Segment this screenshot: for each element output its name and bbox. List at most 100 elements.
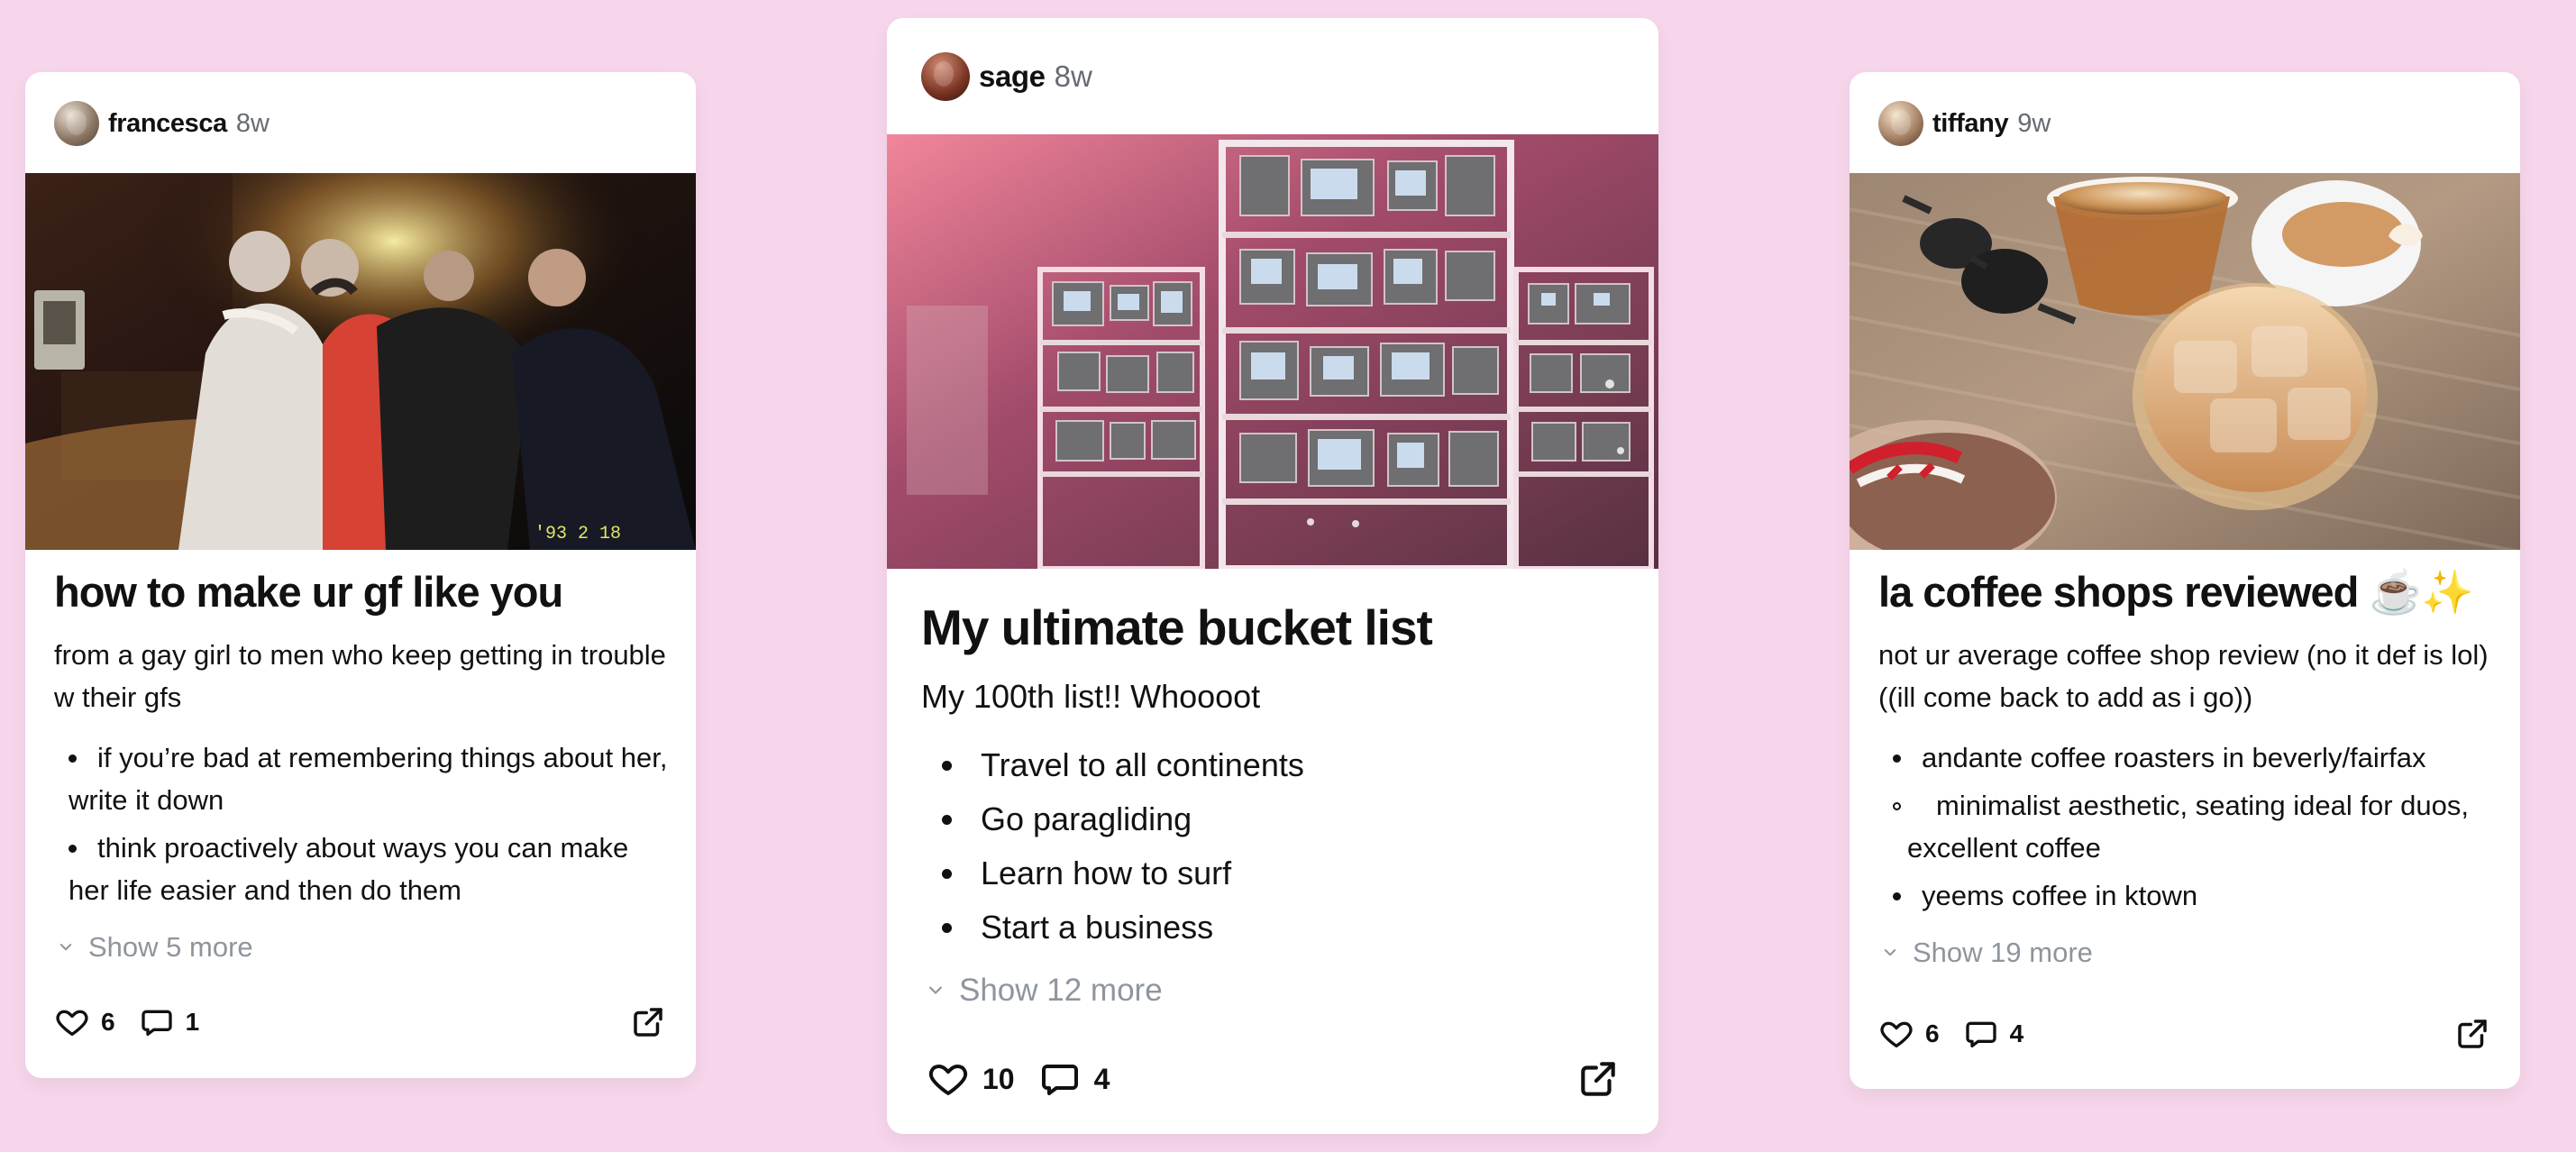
bullet-icon: [932, 846, 964, 901]
list-item: if you’re bad at remembering things abou…: [54, 736, 669, 821]
post-content: la coffee shops reviewed ☕️✨ not ur aver…: [1850, 568, 2520, 969]
post-title[interactable]: My ultimate bucket list: [921, 599, 1624, 657]
post-content: how to make ur gf like you from a gay gi…: [25, 568, 696, 964]
list-item-text: yeems coffee in ktown: [1922, 879, 2198, 911]
comment-button[interactable]: 1: [139, 1004, 200, 1040]
share-button[interactable]: [2453, 1015, 2491, 1053]
like-button[interactable]: 6: [1878, 1016, 1940, 1052]
post-footer: 6 4: [1878, 1012, 2491, 1056]
bullet-icon: [1878, 784, 1907, 827]
avatar[interactable]: [921, 52, 970, 101]
bullet-icon: [54, 736, 83, 779]
party-photo: '93 2 18: [25, 173, 696, 550]
timestamp: 8w: [235, 108, 269, 138]
list-item-text: Learn how to surf: [981, 854, 1232, 891]
post-footer: 6 1: [54, 1001, 667, 1044]
heart-icon: [1878, 1016, 1914, 1052]
bullet-icon: [1878, 874, 1907, 917]
like-count: 6: [1925, 1019, 1940, 1047]
external-link-icon: [2453, 1015, 2491, 1053]
list-item: Start a business: [921, 901, 1624, 955]
list-item-text: if you’re bad at remembering things abou…: [69, 741, 668, 816]
post-title[interactable]: la coffee shops reviewed ☕️✨: [1878, 568, 2491, 617]
like-button[interactable]: 10: [927, 1057, 1015, 1101]
post-list: if you’re bad at remembering things abou…: [54, 736, 669, 911]
share-button[interactable]: [1576, 1056, 1621, 1102]
post-subtitle: not ur average coffee shop review (no it…: [1878, 638, 2489, 713]
comment-count: 4: [2009, 1019, 2024, 1047]
list-item: yeems coffee in ktown: [1878, 874, 2493, 917]
show-more-button[interactable]: Show 19 more: [1882, 937, 2491, 969]
comment-button[interactable]: 4: [1963, 1016, 2024, 1052]
comment-icon: [1963, 1016, 1999, 1052]
avatar[interactable]: [54, 101, 99, 146]
show-more-button[interactable]: Show 12 more: [927, 973, 1624, 1009]
comment-count: 1: [185, 1008, 200, 1036]
post-actions: 6 4: [1878, 1016, 2023, 1052]
external-link-icon: [629, 1003, 667, 1041]
like-count: 6: [101, 1008, 115, 1036]
avatar[interactable]: [1878, 101, 1923, 146]
list-item-text: Travel to all continents: [981, 745, 1304, 783]
post-image[interactable]: [1850, 173, 2520, 550]
bullet-icon: [932, 738, 964, 792]
username[interactable]: sage: [979, 59, 1046, 94]
list-item: andante coffee roasters in beverly/fairf…: [1878, 736, 2493, 779]
share-button[interactable]: [629, 1003, 667, 1041]
post-subtitle: from a gay girl to men who keep getting …: [54, 638, 666, 713]
list-item-text: minimalist aesthetic, seating ideal for …: [1907, 789, 2470, 864]
comment-button[interactable]: 4: [1038, 1057, 1110, 1101]
timestamp: 9w: [2017, 108, 2051, 138]
username[interactable]: francesca: [108, 109, 227, 139]
post-list: Travel to all continents Go paragliding …: [921, 738, 1624, 955]
post-footer: 10 4: [927, 1056, 1621, 1102]
post-header: francesca 8w: [54, 101, 269, 146]
post-card-francesca[interactable]: francesca 8w '93 2 18 how to make ur gf …: [25, 72, 696, 1078]
list-item-text: think proactively about ways you can mak…: [69, 831, 629, 906]
post-subtitle: My 100th list!! Whoooot: [921, 677, 1261, 715]
list-item: think proactively about ways you can mak…: [54, 827, 669, 911]
show-more-button[interactable]: Show 5 more: [58, 931, 667, 964]
post-image[interactable]: [887, 134, 1658, 569]
list-item-text: Start a business: [981, 908, 1214, 946]
show-more-label: Show 19 more: [1913, 936, 2093, 968]
list-item: Travel to all continents: [921, 738, 1624, 792]
heart-icon: [54, 1004, 90, 1040]
post-list: andante coffee roasters in beverly/fairf…: [1878, 736, 2493, 917]
username[interactable]: tiffany: [1932, 109, 2009, 139]
iced-coffee-table: [1850, 173, 2520, 550]
comment-icon: [1038, 1057, 1082, 1101]
bullet-icon: [1878, 736, 1907, 779]
comment-count: 4: [1093, 1062, 1110, 1095]
chevron-down-icon: [58, 939, 74, 955]
list-item-text: andante coffee roasters in beverly/fairf…: [1922, 741, 2426, 773]
like-count: 10: [982, 1062, 1015, 1095]
chevron-down-icon: [1882, 945, 1898, 961]
show-more-label: Show 5 more: [88, 930, 253, 963]
post-card-sage[interactable]: sage 8w My ultimate bucket list My 100th…: [887, 18, 1658, 1134]
post-actions: 10 4: [927, 1057, 1110, 1101]
bullet-icon: [932, 901, 964, 955]
bullet-icon: [54, 827, 83, 869]
list-item: Learn how to surf: [921, 846, 1624, 901]
list-item: minimalist aesthetic, seating ideal for …: [1878, 784, 2493, 869]
chevron-down-icon: [927, 982, 945, 1000]
heart-icon: [927, 1057, 970, 1101]
external-link-icon: [1576, 1056, 1621, 1102]
post-header: sage 8w: [921, 52, 1092, 101]
post-image[interactable]: '93 2 18: [25, 173, 696, 550]
svg-text:'93 2 18: '93 2 18: [534, 524, 621, 544]
show-more-label: Show 12 more: [959, 972, 1163, 1008]
post-content: My ultimate bucket list My 100th list!! …: [887, 599, 1658, 1009]
retro-tv-wall: [887, 134, 1658, 569]
list-item-text: Go paragliding: [981, 800, 1192, 837]
list-item: Go paragliding: [921, 792, 1624, 846]
like-button[interactable]: 6: [54, 1004, 115, 1040]
post-title[interactable]: how to make ur gf like you: [54, 568, 667, 617]
post-card-tiffany[interactable]: tiffany 9w la coffee shops reviewed ☕️✨ …: [1850, 72, 2520, 1089]
post-actions: 6 1: [54, 1004, 199, 1040]
comment-icon: [139, 1004, 175, 1040]
bullet-icon: [932, 792, 964, 846]
post-header: tiffany 9w: [1878, 101, 2051, 146]
timestamp: 8w: [1054, 59, 1092, 93]
